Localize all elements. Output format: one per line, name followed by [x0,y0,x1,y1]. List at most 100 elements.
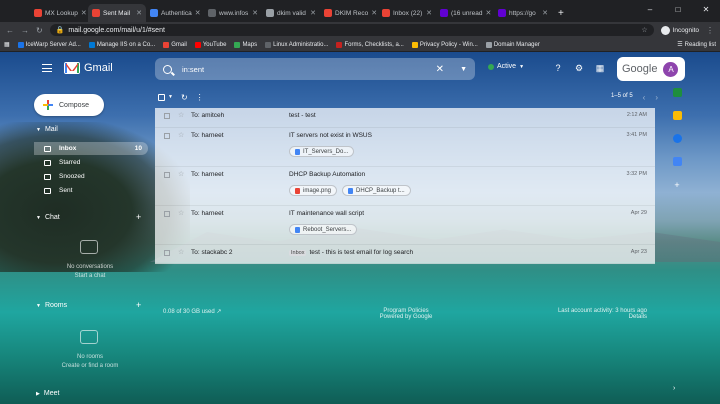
new-chat-icon[interactable]: + [136,212,141,222]
browser-tab[interactable]: www.infos ✕ [204,4,262,22]
star-icon[interactable]: ☆ [178,132,188,140]
row-checkbox[interactable] [164,133,170,139]
recipient: To: harneet [191,171,224,178]
star-icon[interactable]: ☆ [178,112,188,120]
browser-tab[interactable]: dkim valid ✕ [262,4,320,22]
tab-close-icon[interactable]: ✕ [81,9,87,17]
bookmark-item[interactable]: Maps [234,41,257,48]
section-chat[interactable]: ▼ Chat [36,214,60,221]
reload-icon[interactable]: ↻ [36,26,43,35]
bookmark-item[interactable]: YouTube [194,41,226,48]
browser-tab[interactable]: DKIM Reco ✕ [320,4,378,22]
bookmark-item[interactable]: IceWarp Server Ad... [17,41,81,48]
maximize-icon[interactable]: □ [664,0,692,18]
gmail-logo[interactable]: Gmail [64,62,113,74]
tab-close-icon[interactable]: ✕ [371,9,377,17]
more-options-icon[interactable]: ⋮ [196,93,204,102]
bookmark-star-icon[interactable]: ☆ [641,26,647,34]
table-row[interactable]: ☆ To: amitceh test - test 2:12 AM [155,108,655,128]
forward-icon[interactable]: → [21,26,29,35]
settings-gear-icon[interactable]: ⚙ [574,63,584,73]
minimize-icon[interactable]: – [636,0,664,18]
next-page-icon[interactable]: › [655,93,658,102]
section-meet[interactable]: ▶ Meet [36,390,59,397]
sidebar-item-sent[interactable]: Sent [34,184,148,197]
close-icon[interactable]: ✕ [692,0,720,18]
bookmark-item[interactable]: Domain Manager [485,41,540,48]
row-checkbox[interactable] [164,250,170,256]
browser-tab[interactable]: Sent Mail ✕ [88,4,146,22]
compose-button[interactable]: Compose [34,94,104,116]
sidebar-item-starred[interactable]: Starred [34,156,148,169]
refresh-icon[interactable]: ↻ [181,93,188,102]
bookmark-item[interactable]: Gmail [163,41,187,48]
row-checkbox[interactable] [164,113,170,119]
external-link-icon[interactable]: ↗ [216,309,221,315]
star-icon[interactable]: ☆ [178,171,188,179]
select-all-checkbox[interactable] [158,93,165,101]
attachment-chip[interactable]: Reboot_Servers... [289,224,358,235]
status-selector[interactable]: Active ▼ [488,63,524,70]
activity-details-link[interactable]: Details [555,314,647,320]
apps-icon[interactable]: ▦ [4,41,10,48]
browser-tab[interactable]: (16 unread ✕ [436,4,494,22]
tab-close-icon[interactable]: ✕ [485,9,491,17]
tab-close-icon[interactable]: ✕ [136,9,142,17]
section-rooms[interactable]: ▼ Rooms [36,302,67,309]
new-room-icon[interactable]: + [136,300,141,310]
tab-close-icon[interactable]: ✕ [252,9,258,17]
browser-tab[interactable]: Inbox (22) ✕ [378,4,436,22]
tab-close-icon[interactable]: ✕ [542,9,548,17]
star-icon[interactable]: ☆ [178,210,188,218]
attachment-chip[interactable]: DHCP_Backup t... [342,185,411,196]
menu-dots-icon[interactable]: ⋮ [706,26,714,35]
contacts-icon[interactable] [672,157,682,166]
row-checkbox[interactable] [164,211,170,217]
table-row[interactable]: ☆ To: harneet IT servers not exist in WSUS… [155,128,655,167]
expand-panel-icon[interactable]: › [673,385,675,392]
table-row[interactable]: ☆ To: stackabc 2 Inbox test - this is test … [155,245,655,264]
google-apps-icon[interactable]: ▦ [595,63,605,73]
help-icon[interactable]: ? [553,63,563,73]
avatar[interactable]: A [663,61,679,77]
get-addons-icon[interactable]: + [674,180,679,190]
clear-search-icon[interactable]: ✕ [436,64,444,75]
sidebar-item-snoozed[interactable]: Snoozed [34,170,148,183]
tab-close-icon[interactable]: ✕ [426,9,432,17]
bookmark-item[interactable]: Linux Administratio... [265,41,328,48]
tasks-icon[interactable] [672,134,682,143]
keep-icon[interactable] [672,111,682,120]
browser-tab[interactable]: https://go ✕ [494,4,552,22]
tab-close-icon[interactable]: ✕ [195,9,201,17]
new-tab-button[interactable]: + [552,8,570,22]
browser-tab[interactable]: MX Lookup ✕ [30,4,88,22]
search-options-icon[interactable]: ▼ [460,66,467,73]
section-mail[interactable]: ▼ Mail [36,126,58,133]
attachment-chip[interactable]: image.png [289,185,338,196]
search-icon[interactable] [163,64,172,74]
bookmark-item[interactable]: Privacy Policy - Win... [411,41,478,48]
main-menu-icon[interactable] [42,64,52,72]
search-input[interactable]: in:sent [182,65,426,74]
row-checkbox[interactable] [164,172,170,178]
incognito-indicator[interactable]: Incognito [660,25,699,35]
account-switcher[interactable]: Google A [617,57,685,81]
attachment-chip[interactable]: IT_Servers_Do... [289,146,355,157]
find-room-link[interactable]: Create or find a room [40,363,140,369]
star-icon[interactable]: ☆ [178,249,188,257]
table-row[interactable]: ☆ To: harneet DHCP Backup Automation 3:32 P… [155,167,655,206]
select-chevron-icon[interactable]: ▼ [168,94,173,100]
tab-close-icon[interactable]: ✕ [310,9,316,17]
start-chat-link[interactable]: Start a chat [40,273,140,279]
prev-page-icon[interactable]: ‹ [643,93,646,102]
table-row[interactable]: ☆ To: harneet IT maintenance wall script Ap… [155,206,655,245]
reading-list[interactable]: ☰ Reading list [677,41,716,49]
calendar-icon[interactable] [672,88,682,97]
search-bar[interactable]: in:sent ✕ ▼ [155,58,475,80]
address-bar[interactable]: 🔒 mail.google.com/mail/u/1/#sent ☆ [49,24,654,36]
browser-tab[interactable]: Authentica ✕ [146,4,204,22]
sidebar-item-inbox[interactable]: Inbox 10 [34,142,148,155]
bookmark-item[interactable]: Manage IIS on a Co... [88,41,155,48]
bookmark-item[interactable]: Forms, Checklists, a... [336,41,404,48]
back-icon[interactable]: ← [6,26,14,35]
